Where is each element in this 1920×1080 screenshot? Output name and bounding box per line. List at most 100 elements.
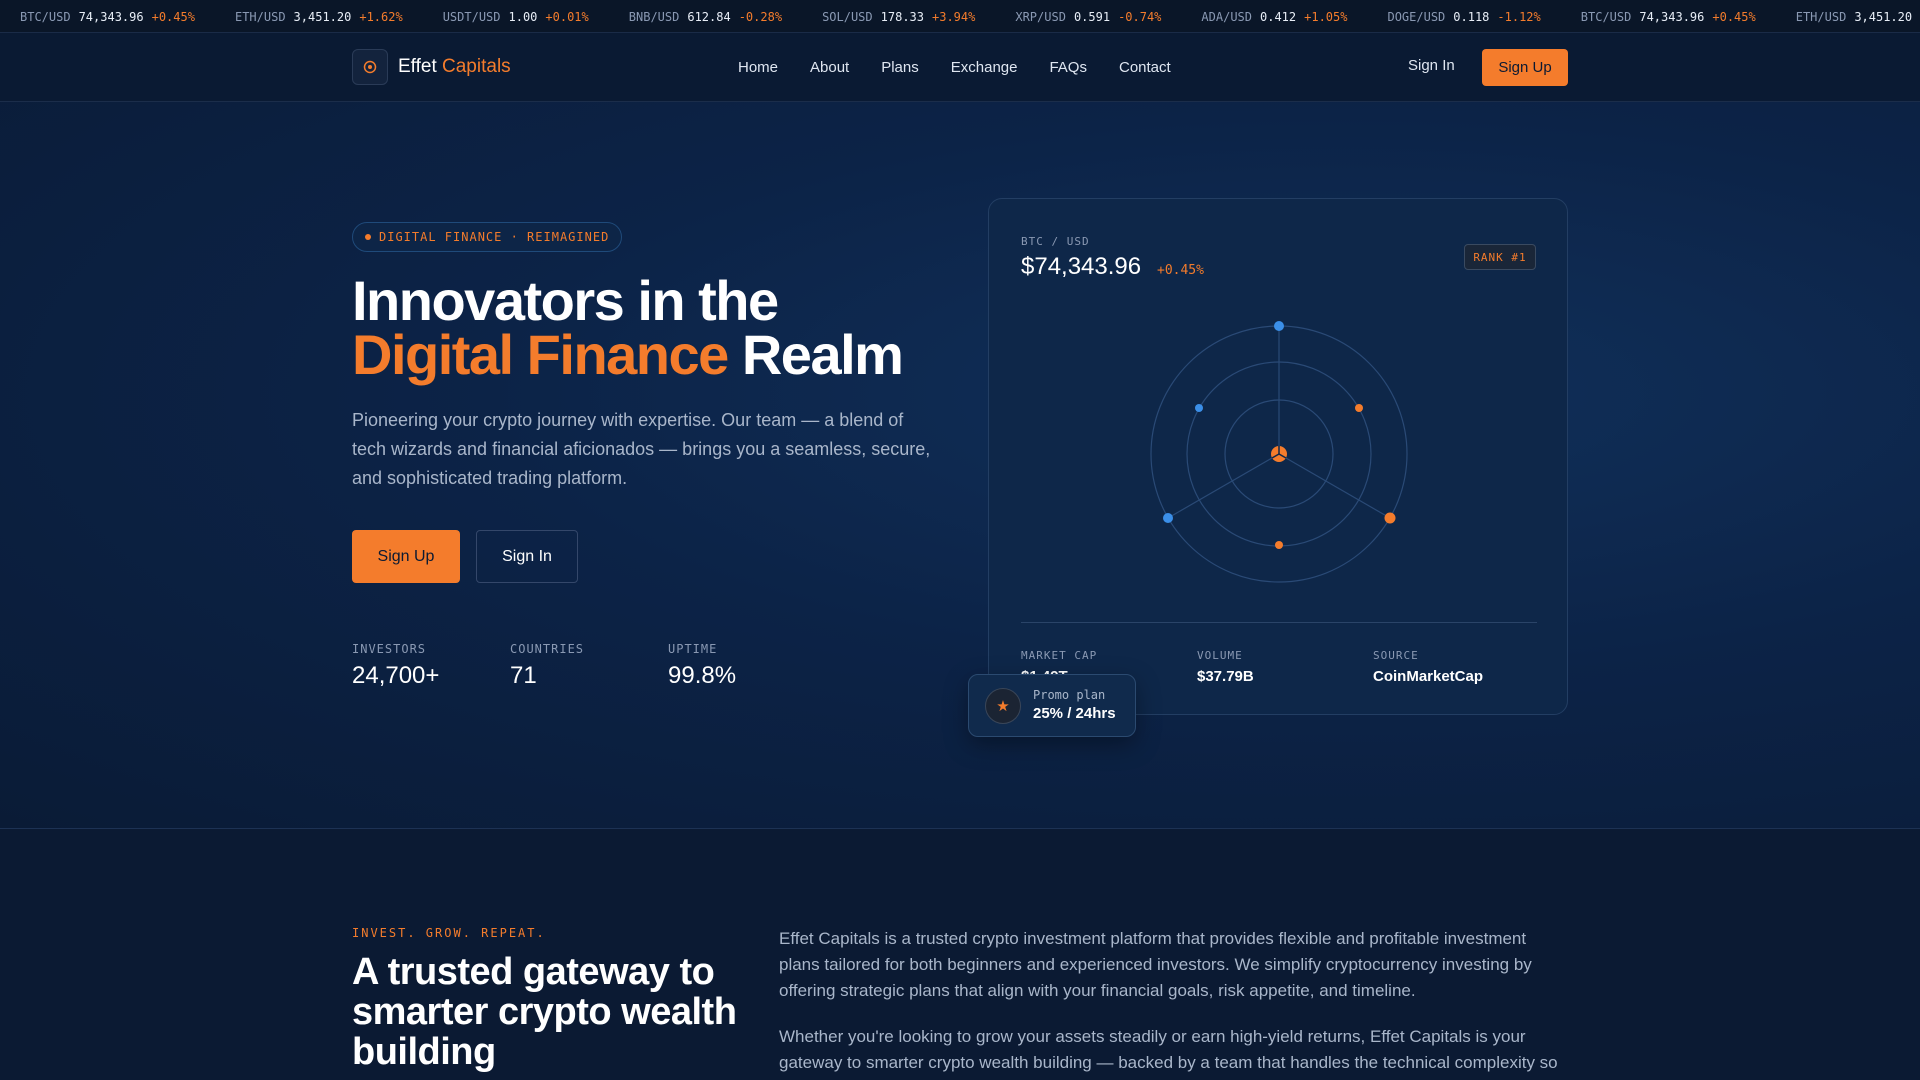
brand-name-main: Effet [398, 56, 437, 77]
orbit-node [1275, 541, 1283, 549]
card-change: +0.45% [1157, 263, 1204, 278]
ticker-track: BTC/USD 74,343.96 +0.45% ETH/USD 3,451.20 +1.… [20, 0, 1920, 32]
pill-dot-icon [365, 234, 371, 240]
hero-sign-in-button[interactable]: Sign In [476, 530, 578, 583]
brand-name: Effet Capitals [398, 56, 511, 78]
ticker-pair: DOGE/USD [1387, 9, 1446, 24]
nav-link-home[interactable]: Home [738, 59, 778, 76]
hero-sign-up-button[interactable]: Sign Up [352, 530, 460, 583]
promo-plan-chip[interactable]: ★ Promo plan 25% / 24hrs [968, 674, 1136, 737]
card-pair: BTC / USD [1021, 235, 1090, 248]
ticker-item: BTC/USD 74,343.96 +0.45% [20, 10, 195, 24]
stat-value: 24,700+ [352, 662, 440, 689]
ticker-item: DOGE/USD 0.118 -1.12% [1387, 10, 1540, 24]
ticker-pair: BNB/USD [628, 9, 680, 24]
ticker-price: 3,451.20 [293, 9, 352, 24]
market-card: BTC / USD $74,343.96 +0.45% RANK #1 MARK… [988, 198, 1568, 715]
about-eyebrow: INVEST. GROW. REPEAT. [352, 926, 546, 940]
orbit-graphic [1150, 321, 1408, 583]
stat-label: COUNTRIES [510, 642, 585, 656]
ticker-item: BNB/USD 612.84 -0.28% [629, 10, 782, 24]
orbit-node [1195, 404, 1203, 412]
brand-logo[interactable]: Effet Capitals [352, 49, 511, 85]
stat-uptime: UPTIME 99.8% [668, 642, 826, 690]
ticker-item: BTC/USD 74,343.96 +0.45% [1581, 10, 1756, 24]
ticker-item: XRP/USD 0.591 -0.74% [1015, 10, 1161, 24]
nav-links: Home About Plans Exchange FAQs Contact [738, 33, 1203, 102]
about-section: INVEST. GROW. REPEAT. A trusted gateway … [0, 830, 1920, 1080]
ticker-change: +0.45% [1712, 9, 1756, 24]
meta-value: $37.79B [1197, 668, 1254, 685]
ticker-item: ETH/USD3,451.20+1.62% [1796, 10, 1920, 24]
card-meta-source: SOURCE CoinMarketCap [1373, 649, 1483, 685]
promo-value: 25% / 24hrs [1033, 705, 1116, 722]
ticker-price: 178.33 [880, 9, 924, 24]
ticker-pair: SOL/USD [822, 9, 873, 24]
nav-sign-in-link[interactable]: Sign In [1408, 57, 1455, 74]
promo-label: Promo plan [1033, 688, 1106, 702]
stat-label: INVESTORS [352, 642, 427, 656]
card-divider [1021, 622, 1537, 623]
card-meta-volume: VOLUME $37.79B [1197, 649, 1254, 685]
nav-link-contact[interactable]: Contact [1119, 59, 1171, 76]
orbit-node [1384, 512, 1396, 524]
ticker-item: ETH/USD 3,451.20 +1.62% [235, 10, 403, 24]
stat-investors: INVESTORS 24,700+ [352, 642, 510, 690]
meta-label: MARKET CAP [1021, 649, 1098, 662]
stat-value: 99.8% [668, 662, 737, 689]
meta-label: VOLUME [1197, 649, 1243, 662]
ticker-price: 74,343.96 [78, 9, 144, 24]
ticker-change: -0.28% [738, 9, 783, 24]
card-price: $74,343.96 [1021, 253, 1142, 280]
hero-stats: INVESTORS 24,700+ COUNTRIES 71 UPTIME 99… [352, 642, 826, 690]
ticker-price: 0.591 [1073, 9, 1111, 24]
ticker-price: 74,343.96 [1639, 9, 1705, 24]
brand-name-accent: Capitals [442, 56, 511, 77]
ticker-pair: BTC/USD [1580, 9, 1632, 24]
ticker-change: +0.01% [545, 9, 589, 24]
stat-countries: COUNTRIES 71 [510, 642, 668, 690]
top-nav: Effet Capitals Home About Plans Exchange… [0, 33, 1920, 102]
orbit-center-icon [1271, 446, 1287, 462]
ticker-change: +0.45% [151, 9, 195, 24]
ticker-price: 1.00 [508, 9, 538, 24]
nav-link-about[interactable]: About [810, 59, 849, 76]
hero-pill-text: DIGITAL FINANCE · REIMAGINED [379, 230, 610, 244]
ticker-change: -1.12% [1497, 9, 1541, 24]
ticker-change: +1.62% [359, 9, 403, 24]
orbit-node [1163, 513, 1173, 523]
nav-link-plans[interactable]: Plans [881, 59, 919, 76]
rank-badge: RANK #1 [1464, 244, 1536, 270]
meta-label: SOURCE [1373, 649, 1419, 662]
ticker-item: SOL/USD 178.33 +3.94% [822, 10, 975, 24]
hero-title-part2: Realm [727, 323, 904, 386]
price-ticker: BTC/USD 74,343.96 +0.45% ETH/USD 3,451.20 +1.… [0, 0, 1920, 33]
hero-pill: DIGITAL FINANCE · REIMAGINED [352, 222, 623, 252]
meta-value: CoinMarketCap [1373, 668, 1484, 685]
about-paragraph: Effet Capitals is a trusted crypto inves… [779, 929, 1532, 1000]
orbit-node [1274, 321, 1284, 331]
ticker-change: +1.05% [1304, 9, 1348, 24]
stat-label: UPTIME [668, 642, 718, 656]
nav-sign-up-button[interactable]: Sign Up [1482, 49, 1568, 86]
ticker-price: 0.412 [1260, 9, 1297, 24]
ticker-pair: ADA/USD [1201, 9, 1252, 24]
stat-value: 71 [510, 662, 537, 689]
hero-section: DIGITAL FINANCE · REIMAGINED Innovators … [0, 102, 1920, 829]
ticker-price: 3,451.20 [1854, 9, 1913, 24]
target-icon [352, 49, 388, 85]
hero-subtitle: Pioneering your crypto journey with expe… [352, 410, 931, 488]
nav-link-exchange[interactable]: Exchange [951, 59, 1018, 76]
ticker-item: ADA/USD 0.412 +1.05% [1201, 10, 1347, 24]
star-icon: ★ [985, 688, 1021, 724]
ticker-pair: ETH/USD [234, 9, 286, 24]
about-paragraph: Whether you're looking to grow your asse… [779, 1027, 1558, 1072]
hero-title-accent: Digital Finance [352, 323, 729, 386]
nav-link-faqs[interactable]: FAQs [1049, 59, 1087, 76]
ticker-item: USDT/USD 1.00 +0.01% [443, 10, 589, 24]
ticker-price: 612.84 [687, 9, 731, 24]
orbit-node [1355, 404, 1363, 412]
about-text: Effet Capitals is a trusted crypto inves… [779, 926, 1569, 1080]
ticker-pair: XRP/USD [1015, 9, 1066, 24]
ticker-change: +3.94% [932, 9, 976, 24]
